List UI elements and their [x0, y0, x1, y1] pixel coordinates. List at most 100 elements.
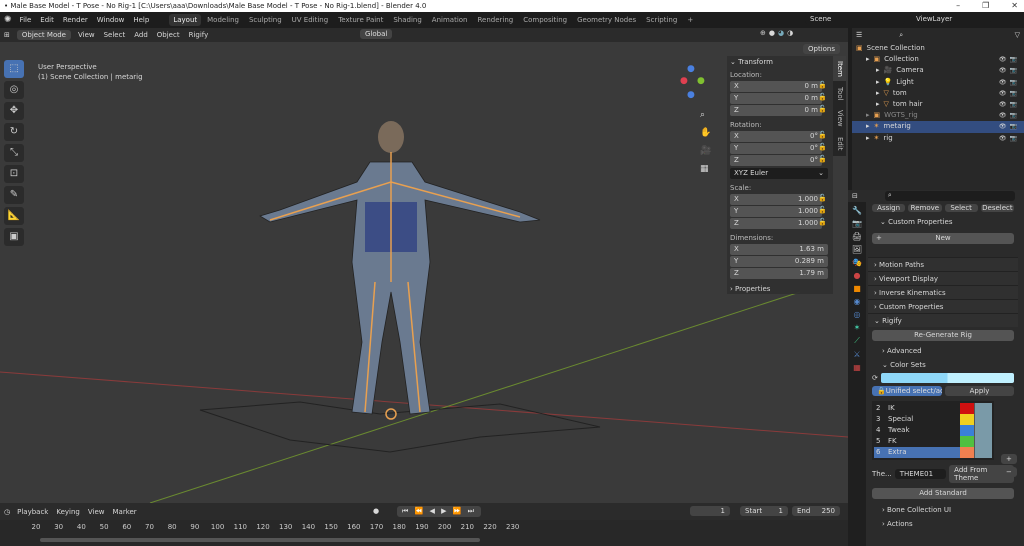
filter-icon[interactable]: ▽ [1015, 31, 1020, 39]
scene-tab-icon[interactable]: 🎭 [852, 258, 862, 267]
minimize-icon[interactable]: – [956, 0, 960, 12]
menu-render[interactable]: Render [63, 16, 88, 24]
close-icon[interactable]: ✕ [1011, 0, 1018, 12]
camera-view-icon[interactable]: 🎥 [700, 146, 711, 156]
visibility-icons[interactable]: 👁📷 [999, 54, 1020, 65]
bone-constraint-tab-icon[interactable]: ⚔ [853, 350, 860, 359]
add-standard-button[interactable]: Add Standard [872, 488, 1014, 499]
grid-icon[interactable]: ▦ [700, 164, 711, 174]
outliner-item[interactable]: ▸ ▣ Collection 👁📷 [852, 54, 1024, 65]
expand-arrow-icon[interactable]: ▸ [866, 110, 870, 121]
expand-arrow-icon[interactable]: ▸ [866, 133, 870, 144]
panel-viewport-display[interactable]: › Viewport Display [868, 271, 1018, 285]
location-x-field[interactable]: X 0 m [730, 81, 822, 92]
color-swatch-secondary[interactable] [974, 414, 992, 425]
3d-viewport[interactable]: User Perspective (1) Scene Collection | … [0, 42, 848, 503]
tab-shading[interactable]: Shading [389, 14, 425, 26]
outliner-item[interactable]: ▣ Scene Collection [852, 43, 1024, 54]
tab-compositing[interactable]: Compositing [519, 14, 571, 26]
lock-icon[interactable]: 🔓 [818, 105, 827, 113]
panel-custom-properties[interactable]: › Custom Properties [868, 299, 1018, 313]
vertex-group-remove-button[interactable]: Remove [908, 204, 942, 212]
lock-icon[interactable]: 🔓 [818, 93, 827, 101]
rotation-z-field[interactable]: Z 0° [730, 155, 822, 166]
tab-animation[interactable]: Animation [428, 14, 472, 26]
scene-selector[interactable]: Scene [805, 14, 905, 24]
constraints-tab-icon[interactable]: ◎ [854, 310, 861, 319]
color-swatch[interactable] [960, 414, 974, 425]
properties-search[interactable]: ⌕ [884, 191, 1015, 201]
blender-logo-icon[interactable]: ✺ [4, 15, 12, 25]
expand-arrow-icon[interactable]: ▸ [876, 77, 880, 88]
tab-modeling[interactable]: Modeling [203, 14, 243, 26]
menu-add[interactable]: Add [134, 31, 148, 39]
color-swatch[interactable] [960, 447, 974, 458]
expand-arrow-icon[interactable]: ▸ [876, 99, 880, 110]
tab--[interactable]: + [683, 14, 697, 26]
editor-type-icon[interactable]: ⊞ [4, 31, 10, 39]
physics-tab-icon[interactable]: ◉ [854, 297, 861, 306]
outliner-item[interactable]: ▸ ▽ tom 👁📷 [852, 88, 1024, 99]
color-set-item[interactable]: 2 IK [874, 403, 992, 414]
navigation-gizmo[interactable]: ● ● ● ● [680, 64, 712, 104]
expand-arrow-icon[interactable]: ▸ [866, 54, 870, 65]
actions-subpanel[interactable]: › Actions [868, 518, 1018, 530]
dimensions-x-field[interactable]: X 1.63 m [730, 244, 828, 255]
unified-select-toggle[interactable]: 🔒Unified select/act... [872, 386, 942, 396]
tab-tool[interactable]: Tool [833, 81, 846, 106]
color-swatch-secondary[interactable] [974, 425, 992, 436]
menu-select[interactable]: Select [104, 31, 126, 39]
dimensions-z-field[interactable]: Z 1.79 m [730, 268, 828, 279]
color-set-item[interactable]: 3 Special [874, 414, 992, 425]
tab-item[interactable]: Item [833, 56, 846, 81]
menu-file[interactable]: File [20, 16, 32, 24]
bone-tab-icon[interactable]: ⟋ [854, 336, 860, 346]
menu-edit[interactable]: Edit [40, 16, 54, 24]
outliner-item[interactable]: ▸ 🎥 Camera 👁📷 [852, 65, 1024, 76]
advanced-subpanel[interactable]: › Advanced [868, 344, 1018, 358]
cursor-tool-icon[interactable]: ◎ [4, 81, 24, 99]
armature-tab-icon[interactable]: ✶ [854, 323, 861, 332]
custom-properties-subheader[interactable]: ⌄ Custom Properties [868, 214, 1018, 230]
menu-help[interactable]: Help [133, 16, 149, 24]
dimensions-y-field[interactable]: Y 0.289 m [730, 256, 828, 267]
tab-uv-editing[interactable]: UV Editing [288, 14, 333, 26]
location-z-field[interactable]: Z 0 m [730, 105, 822, 116]
transform-section-header[interactable]: ⌄ Transform [730, 58, 830, 66]
tab-rendering[interactable]: Rendering [473, 14, 517, 26]
color-swatch[interactable] [960, 436, 974, 447]
select-box-tool-icon[interactable]: ⬚ [4, 60, 24, 78]
mode-selector[interactable]: Object Mode [16, 30, 71, 40]
tab-sculpting[interactable]: Sculpting [245, 14, 286, 26]
theme-select[interactable]: THEME01 [894, 469, 947, 479]
color-swatch[interactable] [960, 403, 974, 414]
search-icon[interactable]: ⌕ [899, 31, 903, 40]
lock-icon[interactable]: 🔓 [818, 155, 827, 163]
outliner-item[interactable]: ▸ ✶ metarig 👁📷 [852, 121, 1024, 133]
timeline-scrollbar[interactable] [40, 538, 480, 542]
tab-layout[interactable]: Layout [169, 14, 202, 26]
menu-window[interactable]: Window [97, 16, 125, 24]
scale-tool-icon[interactable]: ⤡ [4, 144, 24, 162]
color-swatch-secondary[interactable] [974, 436, 992, 447]
remove-color-set-button[interactable]: − [1001, 467, 1017, 477]
view-layer-tab-icon[interactable]: 🖼 [852, 245, 862, 254]
expand-arrow-icon[interactable]: ▸ [876, 65, 880, 76]
color-set-item[interactable]: 6 Extra [874, 447, 992, 458]
color-set-item[interactable]: 5 FK [874, 436, 992, 447]
color-sets-subpanel[interactable]: ⌄ Color Sets [868, 358, 1018, 372]
color-swatch[interactable] [960, 425, 974, 436]
tab-texture-paint[interactable]: Texture Paint [334, 14, 387, 26]
lock-icon[interactable]: 🔓 [818, 143, 827, 151]
menu-rigify[interactable]: Rigify [189, 31, 209, 39]
bone-collection-ui-subpanel[interactable]: › Bone Collection UI [868, 502, 1018, 518]
tab-view[interactable]: View [833, 106, 846, 131]
color-set-item[interactable]: 4 Tweak [874, 425, 992, 436]
lock-icon[interactable]: 🔓 [818, 194, 827, 202]
visibility-icons[interactable]: 👁📷 [999, 77, 1020, 88]
scale-x-field[interactable]: X 1.000 [730, 194, 822, 205]
scale-z-field[interactable]: Z 1.000 [730, 218, 822, 229]
color-set-list[interactable]: 2 IK 3 Special 4 Tweak 5 FK 6 Extra [872, 401, 994, 460]
expand-arrow-icon[interactable]: ▸ [876, 88, 880, 99]
menu-view[interactable]: View [78, 31, 95, 39]
